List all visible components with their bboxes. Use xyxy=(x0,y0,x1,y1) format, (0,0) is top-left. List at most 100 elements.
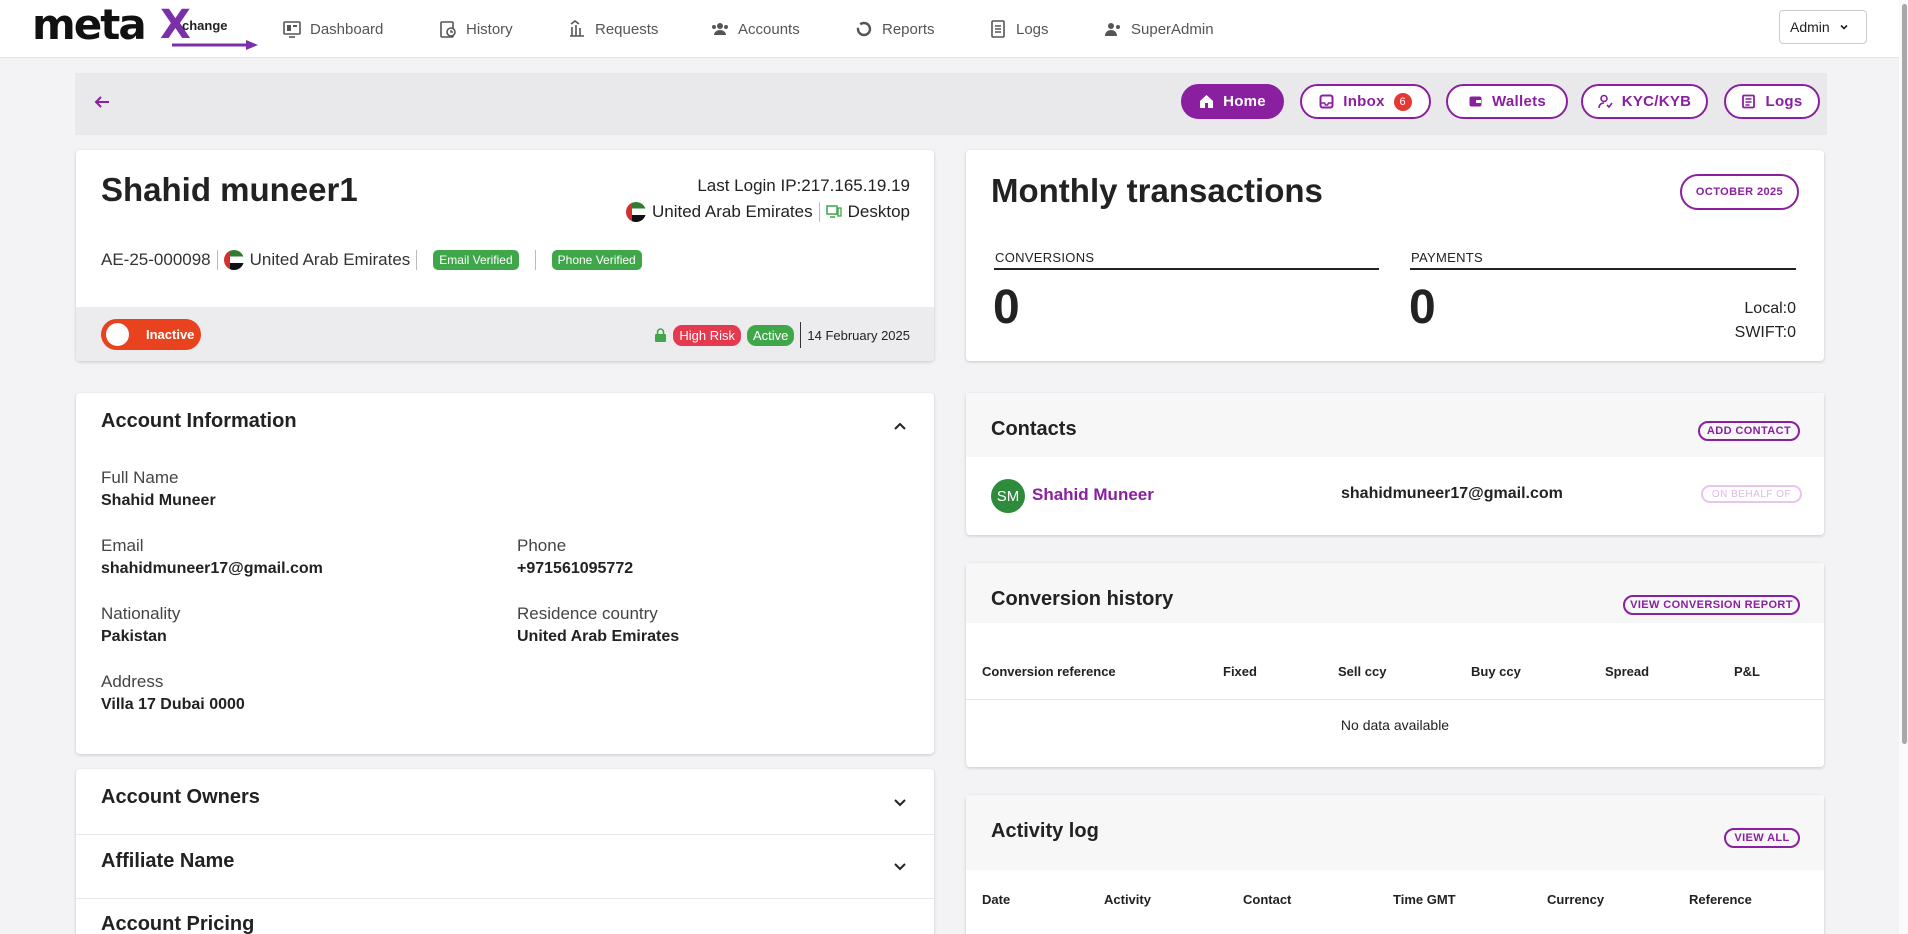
account-id: AE-25-000098 xyxy=(101,250,211,269)
logs-button-label: Logs xyxy=(1765,93,1803,110)
nav-logs-label: Logs xyxy=(1016,20,1049,38)
account-pricing-title[interactable]: Account Pricing xyxy=(101,913,254,934)
view-all-button[interactable]: VIEW ALL xyxy=(1724,828,1800,848)
local-payments-count: Local:0 xyxy=(1744,300,1796,317)
column-header[interactable]: Buy ccy xyxy=(1471,664,1521,679)
logo-arrow-icon xyxy=(172,40,258,50)
nav-accounts-label: Accounts xyxy=(738,20,800,38)
conversions-count: 0 xyxy=(993,281,1020,334)
separator xyxy=(216,250,218,270)
nav-dashboard[interactable]: Dashboard xyxy=(282,0,383,58)
column-header[interactable]: Reference xyxy=(1689,892,1752,907)
desktop-icon xyxy=(825,205,842,218)
nav-accounts[interactable]: Accounts xyxy=(710,0,800,58)
chevron-down-icon[interactable] xyxy=(893,795,907,809)
logs-button[interactable]: Logs xyxy=(1724,84,1820,119)
chevron-down-icon xyxy=(1840,24,1848,30)
separator xyxy=(534,250,536,270)
inbox-icon xyxy=(1319,94,1334,109)
separator xyxy=(800,322,802,348)
contact-name-link[interactable]: Shahid Muneer xyxy=(1032,485,1154,505)
nationality-label: Nationality xyxy=(101,604,181,623)
dashboard-icon xyxy=(283,21,301,38)
column-header[interactable]: Fixed xyxy=(1223,664,1257,679)
account-meta-line: AE-25-000098 United Arab Emirates Email … xyxy=(101,250,642,270)
page-scrollbar-thumb[interactable] xyxy=(1902,4,1907,744)
separator xyxy=(818,202,820,222)
column-header[interactable]: Conversion reference xyxy=(982,664,1116,679)
divider xyxy=(76,898,934,899)
on-behalf-of-button[interactable]: ON BEHALF OF xyxy=(1701,485,1802,503)
contacts-title: Contacts xyxy=(991,418,1077,440)
metaxchange-logo[interactable]: meta X change xyxy=(32,0,258,50)
nav-reports[interactable]: Reports xyxy=(854,0,935,58)
column-header[interactable]: Contact xyxy=(1243,892,1291,907)
admin-menu[interactable]: Admin xyxy=(1779,10,1867,44)
chevron-up-icon[interactable] xyxy=(893,420,907,434)
account-country: United Arab Emirates xyxy=(249,250,411,269)
inbox-count-badge: 6 xyxy=(1393,92,1412,111)
column-header[interactable]: Date xyxy=(982,892,1010,907)
column-header[interactable]: Activity xyxy=(1104,892,1151,907)
admin-menu-label: Admin xyxy=(1790,19,1830,35)
conversions-label: CONVERSIONS xyxy=(995,250,1095,265)
residence-label: Residence country xyxy=(517,604,658,623)
accounts-icon xyxy=(712,23,728,35)
account-active-toggle[interactable]: Inactive xyxy=(101,319,201,350)
affiliate-name-title[interactable]: Affiliate Name xyxy=(101,850,234,873)
superadmin-icon xyxy=(1105,23,1120,36)
empty-table-message: No data available xyxy=(1340,717,1450,733)
back-button[interactable] xyxy=(90,90,114,114)
last-login-ip: Last Login IP:217.165.19.19 xyxy=(697,176,910,195)
payments-label: PAYMENTS xyxy=(1411,250,1483,265)
divider xyxy=(76,834,934,835)
address-value: Villa 17 Dubai 0000 xyxy=(101,696,245,713)
toggle-label: Inactive xyxy=(146,327,195,342)
toggle-knob xyxy=(106,323,129,346)
view-conversion-report-button[interactable]: VIEW CONVERSION REPORT xyxy=(1623,595,1800,615)
nav-requests[interactable]: Requests xyxy=(567,0,658,58)
phone-value: +971561095772 xyxy=(517,560,634,577)
account-owners-title[interactable]: Account Owners xyxy=(101,786,260,809)
home-button[interactable]: Home xyxy=(1181,84,1284,119)
add-contact-button[interactable]: ADD CONTACT xyxy=(1698,421,1800,441)
wallet-icon xyxy=(1469,96,1482,107)
home-icon xyxy=(1200,95,1214,108)
kyc-button[interactable]: KYC/KYB xyxy=(1581,84,1708,119)
logs-icon xyxy=(991,20,1005,38)
risk-level-badge: High Risk xyxy=(673,324,741,346)
nav-superadmin[interactable]: SuperAdmin xyxy=(1103,0,1214,58)
inbox-button-label: Inbox xyxy=(1343,93,1385,110)
monthly-transactions-title: Monthly transactions xyxy=(991,172,1323,209)
nav-logs[interactable]: Logs xyxy=(988,0,1049,58)
logs-icon xyxy=(1742,94,1756,109)
active-status-badge: Active xyxy=(746,324,795,346)
column-header[interactable]: Spread xyxy=(1605,664,1649,679)
nav-history-label: History xyxy=(466,20,513,38)
column-header[interactable]: Time GMT xyxy=(1393,892,1456,907)
last-login-location: United Arab Emirates Desktop xyxy=(625,202,910,222)
email-verified-badge: Email Verified xyxy=(433,250,519,270)
nav-history[interactable]: History xyxy=(438,0,513,58)
inbox-button[interactable]: Inbox 6 xyxy=(1300,84,1431,119)
nationality-value: Pakistan xyxy=(101,628,167,645)
avatar: SM xyxy=(991,479,1025,513)
logo-main-text: meta xyxy=(32,0,147,49)
login-country: United Arab Emirates xyxy=(651,202,813,221)
period-selector-button[interactable]: OCTOBER 2025 xyxy=(1680,174,1799,210)
chevron-down-icon[interactable] xyxy=(893,859,907,873)
conversion-history-title: Conversion history xyxy=(991,588,1174,610)
column-header[interactable]: P&L xyxy=(1734,664,1760,679)
uae-flag-icon xyxy=(223,250,244,270)
column-header[interactable]: Currency xyxy=(1547,892,1604,907)
divider xyxy=(966,699,1824,700)
phone-label: Phone xyxy=(517,536,567,555)
reports-icon xyxy=(856,21,872,37)
top-navbar: meta X change Dashboard History Requests… xyxy=(0,0,1908,58)
account-information-title[interactable]: Account Information xyxy=(101,410,297,433)
column-header[interactable]: Sell ccy xyxy=(1338,664,1386,679)
activity-log-title: Activity log xyxy=(991,820,1099,842)
phone-verified-badge: Phone Verified xyxy=(551,250,642,270)
wallets-button[interactable]: Wallets xyxy=(1446,84,1568,119)
registration-date: 14 February 2025 xyxy=(807,327,910,343)
